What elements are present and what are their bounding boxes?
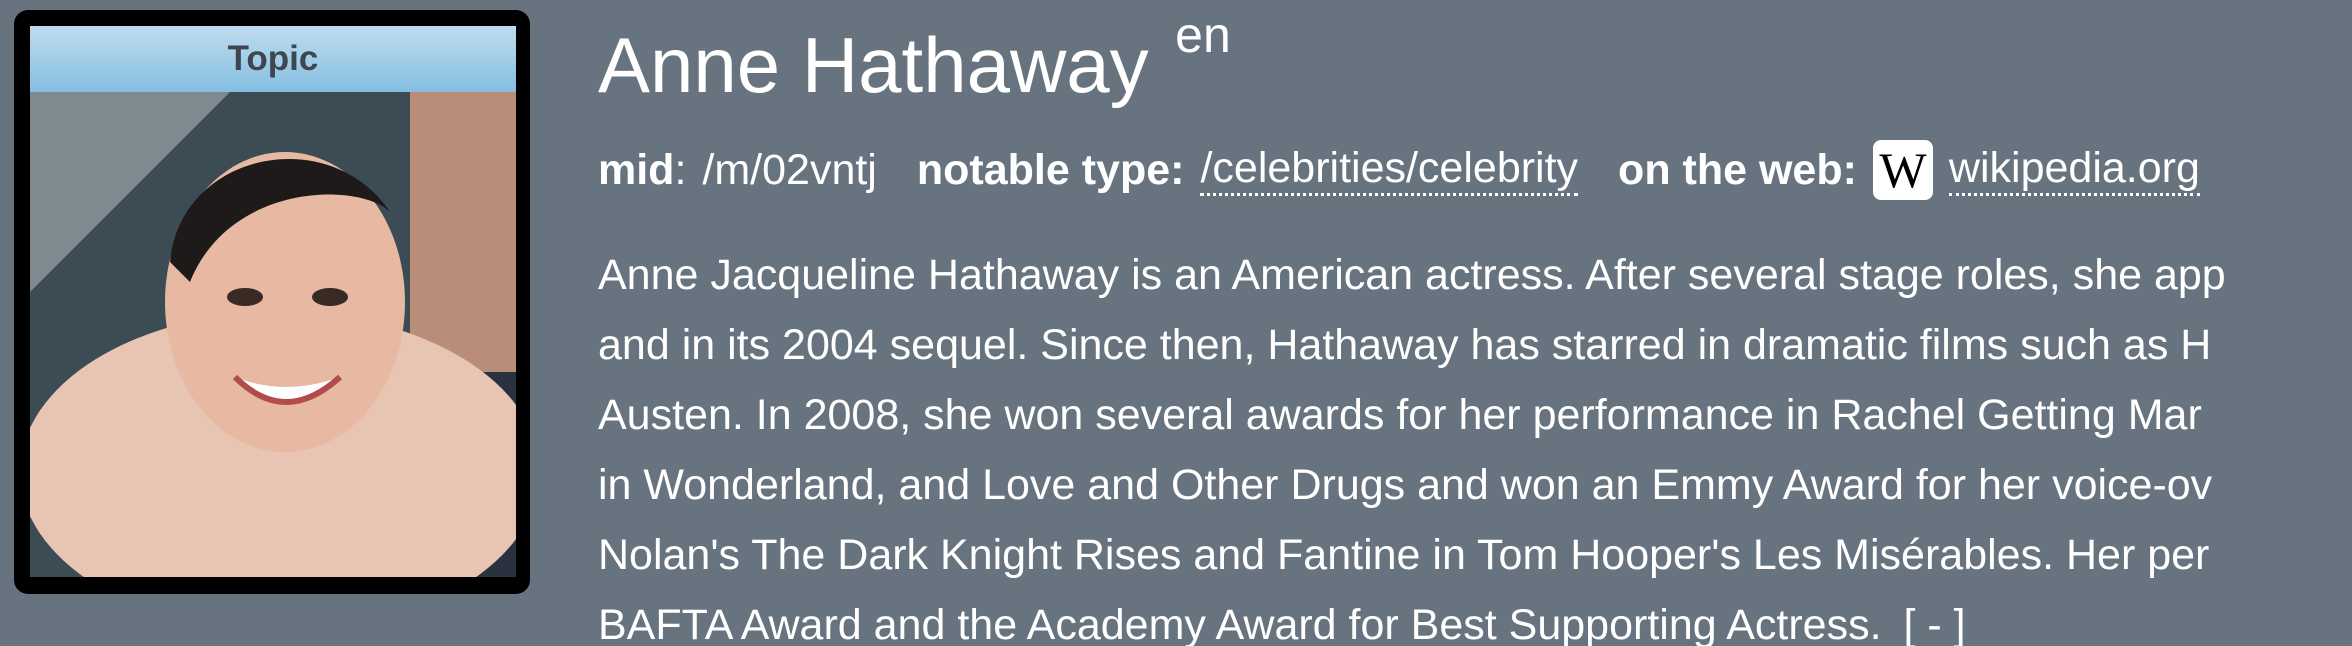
topic-card: Topic xyxy=(14,10,530,594)
description-line: Austen. In 2008, she won several awards … xyxy=(598,391,2202,439)
notable-type-label: notable type: xyxy=(916,145,1185,194)
wikipedia-icon[interactable]: W xyxy=(1872,140,1933,200)
topic-photo[interactable] xyxy=(30,92,516,577)
page-title: Anne Hathaway xyxy=(598,21,1149,109)
description-last-line: BAFTA Award and the Academy Award for Be… xyxy=(598,590,2352,646)
title-row: Anne Hathaway en xyxy=(598,7,1231,120)
topic-description: Anne Jacqueline Hathaway is an American … xyxy=(598,240,2352,646)
web-label: on the web: xyxy=(1618,145,1857,194)
metadata-row: mid: /m/02vntj notable type: /celebritie… xyxy=(598,140,2200,200)
mid-value: /m/02vntj xyxy=(702,145,877,194)
mid-colon: : xyxy=(674,145,687,194)
notable-type-link[interactable]: /celebrities/celebrity xyxy=(1200,144,1579,196)
language-badge: en xyxy=(1175,7,1231,63)
topic-label: Topic xyxy=(30,26,516,92)
image-corner-fold xyxy=(30,92,230,292)
mid-label: mid xyxy=(598,145,675,194)
topic-card-inner: Topic xyxy=(30,26,516,577)
collapse-description-button[interactable]: [ - ] xyxy=(1903,601,1966,646)
description-line: BAFTA Award and the Academy Award for Be… xyxy=(598,601,1882,646)
description-line: Nolan's The Dark Knight Rises and Fantin… xyxy=(598,531,2210,579)
description-line: and in its 2004 sequel. Since then, Hath… xyxy=(598,321,2212,369)
wikipedia-link[interactable]: wikipedia.org xyxy=(1948,144,2200,196)
description-line: Anne Jacqueline Hathaway is an American … xyxy=(598,251,2226,299)
description-line: in Wonderland, and Love and Other Drugs … xyxy=(598,461,2213,509)
